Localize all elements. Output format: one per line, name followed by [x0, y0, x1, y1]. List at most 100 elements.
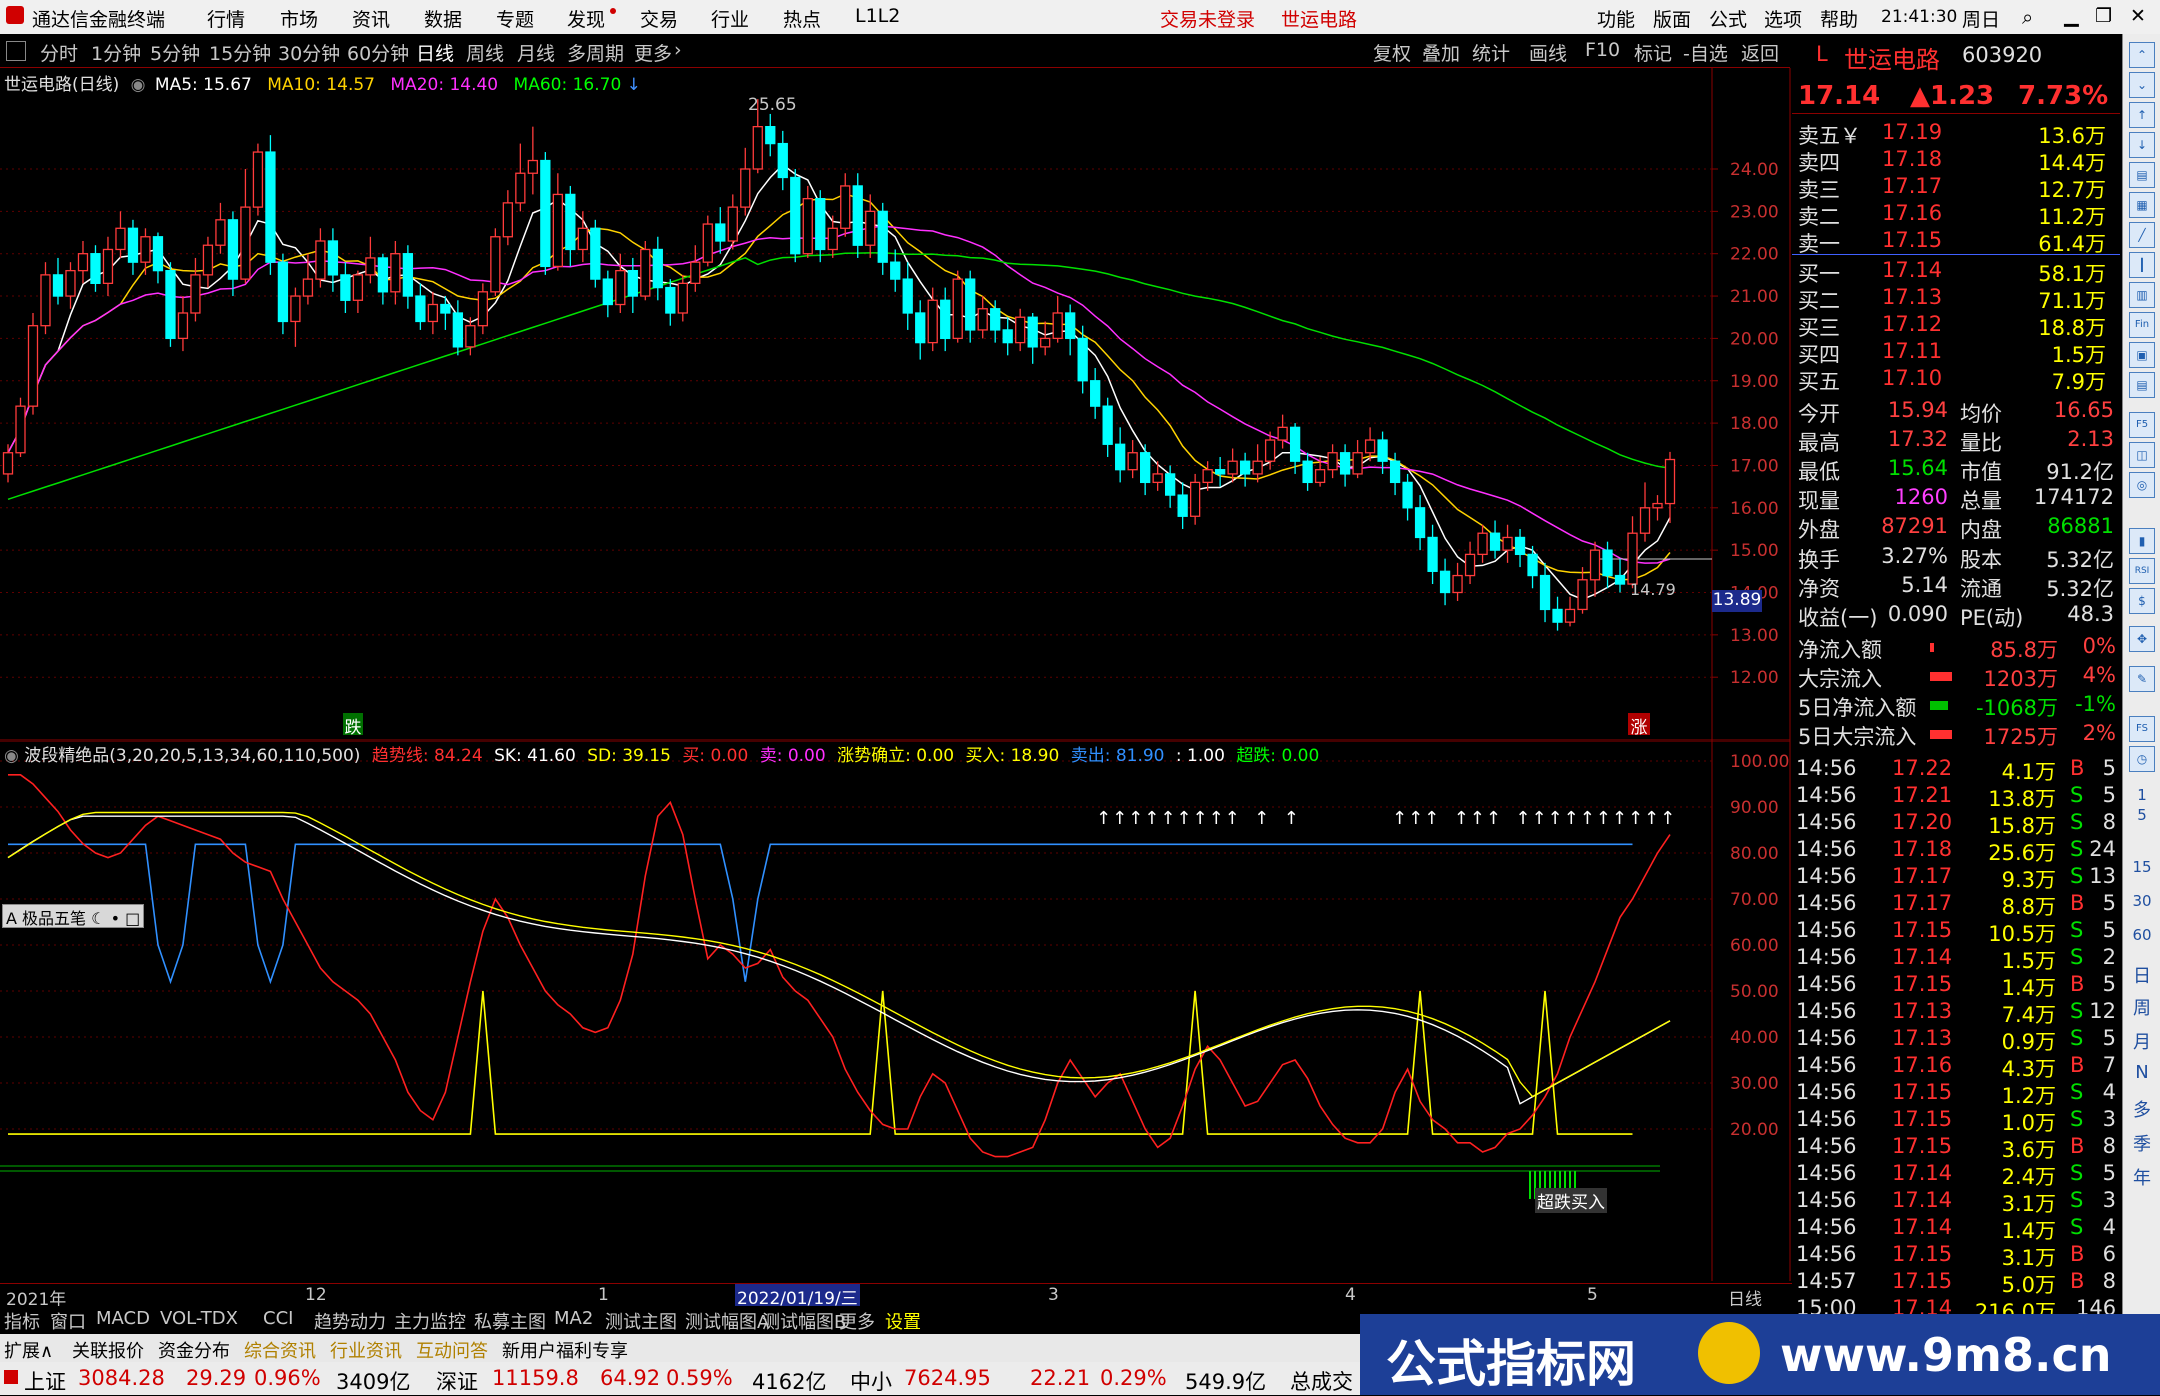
- status-item[interactable]: 深证: [436, 1366, 478, 1396]
- side-period-day[interactable]: 日: [2123, 962, 2160, 988]
- overlay-dot-icon[interactable]: •: [111, 909, 120, 928]
- menu-item-zhuanti[interactable]: 专题: [496, 5, 534, 32]
- side-move-icon[interactable]: ✥: [2129, 626, 2155, 652]
- indicator-tab[interactable]: 私募主图: [474, 1308, 546, 1334]
- search-icon[interactable]: ⌕: [2022, 5, 2033, 29]
- close-icon[interactable]: ✕: [2130, 5, 2146, 27]
- menu-item-zixun[interactable]: 资讯: [352, 5, 390, 32]
- side-money-icon[interactable]: $: [2129, 588, 2155, 614]
- side-table-icon[interactable]: ▥: [2129, 282, 2155, 308]
- side-arrow-down-icon[interactable]: ↓: [2129, 132, 2155, 158]
- status-item[interactable]: 上证: [24, 1366, 66, 1396]
- period-weekly[interactable]: 周线: [466, 39, 504, 66]
- indicator-tab[interactable]: 指标: [4, 1308, 40, 1334]
- side-list-icon[interactable]: ▤: [2129, 162, 2155, 188]
- side-chart-icon[interactable]: ╱: [2129, 222, 2155, 248]
- period-60min[interactable]: 60分钟: [347, 39, 409, 66]
- minimize-icon[interactable]: ▁: [2064, 5, 2079, 27]
- ext-tab[interactable]: 互动问答: [416, 1337, 488, 1363]
- menu-item-gongneng[interactable]: 功能: [1597, 5, 1635, 32]
- period-fenshi[interactable]: 分时: [40, 39, 78, 66]
- period-more[interactable]: 更多: [634, 39, 672, 66]
- side-layout-icon[interactable]: ◫: [2129, 442, 2155, 468]
- indicator-tab[interactable]: MACD: [96, 1308, 150, 1329]
- tool-biaoji[interactable]: 标记: [1634, 39, 1672, 66]
- maximize-icon[interactable]: ❐: [2095, 5, 2112, 27]
- side-up-icon[interactable]: ⌃: [2129, 42, 2155, 68]
- indicator-tab[interactable]: 趋势动力: [314, 1308, 386, 1334]
- menu-item-shichang[interactable]: 市场: [280, 5, 318, 32]
- side-period-year[interactable]: 年: [2123, 1164, 2160, 1190]
- chevron-right-icon[interactable]: ›: [674, 39, 682, 61]
- side-fin-icon[interactable]: Fin: [2129, 312, 2155, 338]
- side-label-30[interactable]: 30: [2123, 892, 2160, 910]
- status-item[interactable]: 中小: [850, 1366, 892, 1396]
- side-pen-icon[interactable]: ✎: [2129, 666, 2155, 692]
- side-time-icon[interactable]: ◷: [2129, 746, 2155, 772]
- side-rsi-icon[interactable]: RSI: [2129, 558, 2155, 584]
- menu-item-jiaoyi[interactable]: 交易: [640, 5, 678, 32]
- indicator-tab[interactable]: 测试幅图B: [762, 1308, 846, 1334]
- overlay-wubi-button[interactable]: A 极品五笔 ☾ • □: [2, 904, 145, 928]
- period-15min[interactable]: 15分钟: [209, 39, 271, 66]
- menu-item-redian[interactable]: 热点: [783, 5, 821, 32]
- side-fs-icon[interactable]: FS: [2129, 716, 2155, 742]
- indicator-tab[interactable]: 更多: [839, 1308, 875, 1334]
- side-label-15[interactable]: 15: [2123, 858, 2160, 876]
- tool-tongji[interactable]: 统计: [1472, 39, 1510, 66]
- side-period-week[interactable]: 周: [2123, 994, 2160, 1020]
- tool-zixuan[interactable]: -自选: [1683, 39, 1728, 66]
- side-arrow-up-icon[interactable]: ↑: [2129, 102, 2155, 128]
- indicator-tab[interactable]: CCI: [263, 1308, 293, 1329]
- side-doc-icon[interactable]: ▤: [2129, 372, 2155, 398]
- side-vol-icon[interactable]: ▮: [2129, 528, 2155, 554]
- indicator-tab[interactable]: VOL-TDX: [160, 1308, 238, 1329]
- tool-huaxian[interactable]: 画线: [1529, 39, 1567, 66]
- menu-item-faxian[interactable]: 发现: [567, 5, 605, 32]
- indicator-tab[interactable]: MA2: [554, 1308, 593, 1329]
- chart-icon[interactable]: [6, 41, 26, 61]
- indicator-tab[interactable]: 设置: [885, 1308, 921, 1334]
- ext-tab[interactable]: 关联报价: [72, 1337, 144, 1363]
- side-label-1[interactable]: 1: [2123, 786, 2160, 804]
- trade-login-status[interactable]: 交易未登录: [1160, 5, 1255, 32]
- ext-tab[interactable]: 资金分布: [158, 1337, 230, 1363]
- legend-gear-icon[interactable]: ◉: [131, 75, 146, 95]
- menu-item-gongshi[interactable]: 公式: [1709, 5, 1747, 32]
- side-circle-icon[interactable]: ◎: [2129, 472, 2155, 498]
- ext-tab[interactable]: 新用户福利专享: [502, 1337, 628, 1363]
- side-kline-icon[interactable]: ┃: [2129, 252, 2155, 278]
- side-period-multi[interactable]: 多: [2123, 1096, 2160, 1122]
- side-label-5[interactable]: 5: [2123, 806, 2160, 824]
- menu-item-bangzhu[interactable]: 帮助: [1820, 5, 1858, 32]
- ext-tab[interactable]: 扩展∧: [4, 1337, 53, 1363]
- ext-tab[interactable]: 行业资讯: [330, 1337, 402, 1363]
- tool-fanhui[interactable]: 返回: [1741, 39, 1779, 66]
- menu-item-shuju[interactable]: 数据: [424, 5, 462, 32]
- ext-tab[interactable]: 综合资讯: [244, 1337, 316, 1363]
- indicator-tab[interactable]: 窗口: [50, 1308, 86, 1334]
- side-grid-icon[interactable]: ▦: [2129, 192, 2155, 218]
- side-panel-icon[interactable]: ▣: [2129, 342, 2155, 368]
- overlay-close-icon[interactable]: □: [125, 909, 140, 928]
- side-period-quarter[interactable]: 季: [2123, 1130, 2160, 1156]
- side-f5-icon[interactable]: F5: [2129, 412, 2155, 438]
- side-label-60[interactable]: 60: [2123, 926, 2160, 944]
- overlay-moon-icon[interactable]: ☾: [91, 909, 105, 928]
- tool-diejia[interactable]: 叠加: [1422, 39, 1460, 66]
- menu-item-banmian[interactable]: 版面: [1653, 5, 1691, 32]
- candlestick-chart[interactable]: 24.00 23.00 22.00 21.00 20.00 19.00 18.00 17.00…: [0, 68, 1792, 741]
- tool-f10[interactable]: F10: [1585, 39, 1620, 61]
- side-down-icon[interactable]: ⌄: [2129, 72, 2155, 98]
- period-1min[interactable]: 1分钟: [91, 39, 141, 66]
- indicator-tab[interactable]: 测试幅图A: [685, 1308, 769, 1334]
- period-daily[interactable]: 日线: [416, 39, 454, 66]
- period-multi[interactable]: 多周期: [567, 39, 624, 66]
- indicator-collapse-icon[interactable]: ◉: [4, 746, 19, 766]
- period-5min[interactable]: 5分钟: [150, 39, 200, 66]
- menu-item-xuanxiang[interactable]: 选项: [1764, 5, 1802, 32]
- side-period-month[interactable]: 月: [2123, 1028, 2160, 1054]
- tool-fuquan[interactable]: 复权: [1373, 39, 1411, 66]
- indicator-tab[interactable]: 测试主图: [605, 1308, 677, 1334]
- period-30min[interactable]: 30分钟: [278, 39, 340, 66]
